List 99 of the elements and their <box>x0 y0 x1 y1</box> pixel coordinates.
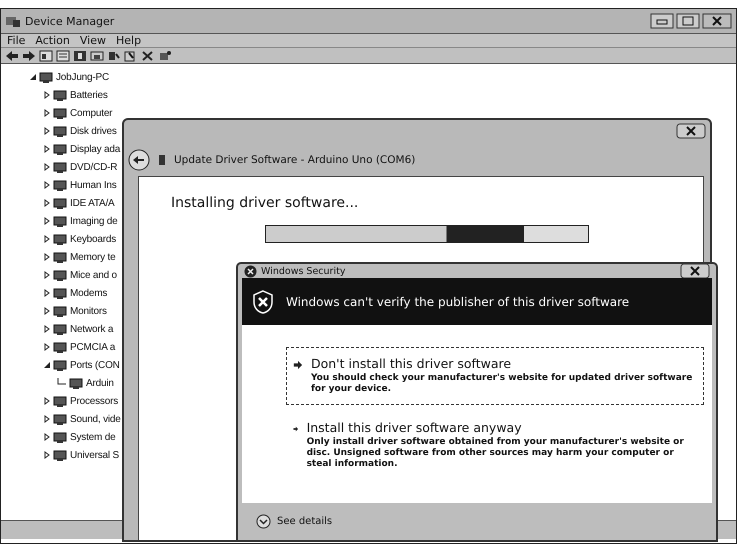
computer-icon <box>39 70 54 84</box>
tree-item[interactable]: Human Ins <box>70 180 117 190</box>
tree-item[interactable]: Imaging de <box>70 216 118 226</box>
option-description: Only install driver software obtained from your manufacturer's website or disc. Unsigned software from other sources may harm your computer or steal information. <box>306 436 685 470</box>
tree-item[interactable]: Computer <box>70 108 112 118</box>
expand-arrow-icon[interactable] <box>43 289 51 297</box>
close-icon[interactable] <box>702 13 732 29</box>
back-arrow-icon[interactable] <box>5 50 19 62</box>
expand-arrow-icon[interactable] <box>29 73 37 81</box>
device-icon <box>53 358 68 372</box>
menu-item[interactable]: Help <box>116 34 142 47</box>
expand-arrow-icon[interactable] <box>43 343 51 351</box>
device-icon <box>53 124 68 138</box>
device-icon <box>53 286 68 300</box>
app-icon <box>5 14 21 28</box>
expand-arrow-icon[interactable] <box>43 307 51 315</box>
device-icon <box>53 268 68 282</box>
expand-arrow-icon[interactable] <box>43 163 51 171</box>
warning-message: Windows can't verify the publisher of this driver software <box>286 294 630 308</box>
expand-arrow-icon[interactable] <box>43 91 51 99</box>
device-icon <box>53 196 68 210</box>
device-icon <box>53 142 68 156</box>
details-link[interactable]: See details <box>277 516 332 527</box>
tree-item[interactable]: Batteries <box>70 90 108 100</box>
option-description: You should check your manufacturer's website for updated driver software for your device. <box>310 373 694 396</box>
device-icon <box>53 160 68 174</box>
close-icon[interactable] <box>676 123 706 139</box>
expand-arrow-icon[interactable] <box>43 109 51 117</box>
menu-item[interactable]: View <box>80 34 106 47</box>
tree-item[interactable]: Mice and o <box>70 270 117 280</box>
minimize-icon[interactable] <box>650 13 674 29</box>
expand-arrow-icon[interactable] <box>43 451 51 459</box>
close-icon[interactable] <box>680 263 710 279</box>
device-icon <box>69 376 84 390</box>
tree-item[interactable]: Universal S <box>70 450 119 460</box>
expand-arrow-icon[interactable] <box>43 235 51 243</box>
tree-item[interactable]: Disk drives <box>70 126 117 136</box>
tree-item[interactable]: DVD/CD-R <box>70 162 118 172</box>
arrow-icon <box>293 359 303 371</box>
expand-arrow-icon[interactable] <box>43 415 51 423</box>
expand-arrow-icon[interactable] <box>43 271 51 279</box>
tree-item[interactable]: Modems <box>70 288 108 298</box>
tree-item[interactable]: System de <box>70 432 116 442</box>
help-icon[interactable] <box>73 50 87 62</box>
maximize-icon[interactable] <box>676 13 700 29</box>
expand-arrow-icon[interactable] <box>43 145 51 153</box>
tree-item[interactable]: Processors <box>70 396 118 406</box>
dialog-title: Update Driver Software - Arduino Uno (COM6) <box>174 154 416 166</box>
device-icon <box>53 106 68 120</box>
list-icon[interactable] <box>56 50 70 62</box>
expand-arrow-icon[interactable] <box>43 181 51 189</box>
menu-item[interactable]: Action <box>35 34 70 47</box>
device-icon <box>53 340 68 354</box>
tree-item[interactable]: Monitors <box>70 306 107 316</box>
device-icon <box>53 214 68 228</box>
forward-arrow-icon[interactable] <box>22 50 36 62</box>
device-icon <box>53 250 68 264</box>
tree-item[interactable]: Network a <box>70 324 114 334</box>
dialog-title: Windows Security <box>261 266 346 276</box>
option-title: Don't install this driver software <box>310 356 512 371</box>
device-icon <box>53 178 68 192</box>
tree-item[interactable]: Display ada <box>70 144 120 154</box>
tree-item[interactable]: Arduin <box>86 378 114 388</box>
option-button[interactable]: Install this driver software anyway Only install driver software obtained from your manufacturer's website or disc. Unsigned software from other sources may harm your computer or steal information. <box>286 410 704 480</box>
window-title: Device Manager <box>25 14 116 28</box>
expand-arrow-icon[interactable] <box>43 199 51 207</box>
monitor-icon[interactable] <box>90 50 104 62</box>
option-title: Install this driver software anyway <box>306 420 523 434</box>
tree-item[interactable]: Sound, vide <box>70 414 121 424</box>
device-icon <box>53 448 68 462</box>
device-icon <box>53 232 68 246</box>
device-icon <box>53 394 68 408</box>
menu-item[interactable]: File <box>7 34 26 47</box>
tree-item[interactable]: PCMCIA a <box>70 342 116 352</box>
shield-icon <box>252 290 274 314</box>
tree-item[interactable]: Memory te <box>70 252 116 262</box>
device-icon <box>53 304 68 318</box>
device-icon <box>53 430 68 444</box>
tree-item[interactable]: Ports (CON <box>70 360 120 370</box>
status-heading: Installing driver software... <box>171 195 360 211</box>
device-icon <box>53 88 68 102</box>
tree-item[interactable]: Keyboards <box>70 234 116 244</box>
chevron-down-icon[interactable] <box>256 514 271 529</box>
window-icon[interactable] <box>39 50 53 62</box>
expand-arrow-icon[interactable] <box>43 397 51 405</box>
device-icon <box>53 412 68 426</box>
expand-arrow-icon[interactable] <box>43 127 51 135</box>
device-icon <box>53 322 68 336</box>
expand-arrow-icon[interactable] <box>43 217 51 225</box>
tree-item[interactable]: JobJung-PC <box>56 72 110 82</box>
expand-arrow-icon[interactable] <box>43 325 51 333</box>
shield-icon <box>244 264 257 278</box>
tree-item[interactable]: IDE ATA/A <box>70 198 115 208</box>
expand-arrow-icon[interactable] <box>43 361 51 369</box>
expand-arrow-icon[interactable] <box>43 253 51 261</box>
option-button[interactable]: Don't install this driver software You should check your manufacturer's website for updated driver software for your device. <box>286 347 704 404</box>
device-icon <box>158 154 166 166</box>
expand-arrow-icon[interactable] <box>43 433 51 441</box>
remove-icon[interactable] <box>141 50 155 62</box>
